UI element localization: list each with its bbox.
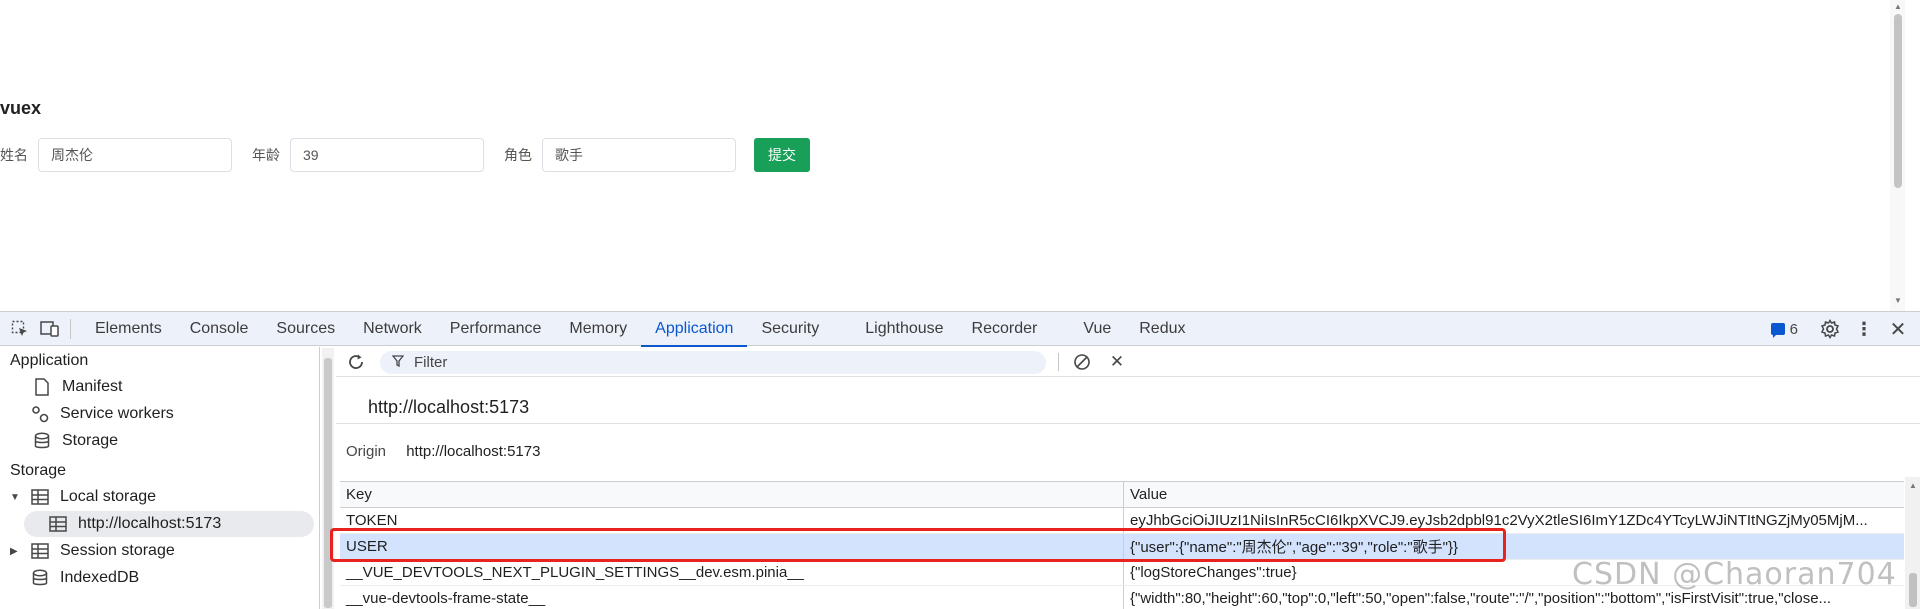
key-column-header[interactable]: Key bbox=[340, 482, 1124, 507]
inspect-element-icon[interactable] bbox=[10, 319, 30, 339]
sidebar-item-label: Storage bbox=[62, 432, 119, 449]
close-devtools-icon[interactable]: ✕ bbox=[1888, 319, 1908, 341]
tab-recorder[interactable]: Recorder bbox=[958, 312, 1052, 346]
tab-vue[interactable]: Vue bbox=[1069, 312, 1125, 346]
caret-down-icon[interactable]: ▼ bbox=[10, 492, 24, 503]
tab-redux[interactable]: Redux bbox=[1125, 312, 1199, 346]
watermark: CSDN @Chaoran704 bbox=[1572, 557, 1897, 592]
row-key: __VUE_DEVTOOLS_NEXT_PLUGIN_SETTINGS__dev… bbox=[340, 560, 1124, 585]
sidebar-item-label: Manifest bbox=[62, 378, 123, 395]
tab-security[interactable]: Security bbox=[747, 312, 833, 346]
filter-placeholder: Filter bbox=[414, 354, 448, 371]
sidebar-item-indexeddb[interactable]: IndexedDB bbox=[30, 565, 139, 591]
divider bbox=[336, 423, 1920, 424]
sidebar-item-manifest[interactable]: Manifest bbox=[32, 374, 122, 400]
age-label: 年龄 bbox=[252, 147, 280, 163]
scroll-up-icon[interactable]: ▲ bbox=[1909, 481, 1917, 490]
sidebar-item-label: Session storage bbox=[60, 542, 175, 559]
sidebar-item-local-storage[interactable]: ▼ Local storage bbox=[10, 484, 156, 510]
user-form: 姓名 周杰伦 年龄 39 角色 歌手 提交 bbox=[0, 138, 810, 172]
sidebar-item-label: Service workers bbox=[60, 405, 174, 422]
tab-memory[interactable]: Memory bbox=[555, 312, 641, 346]
origin-key: Origin bbox=[346, 443, 387, 460]
scrollbar-thumb[interactable] bbox=[1909, 573, 1917, 607]
page-scrollbar[interactable]: ▲ ▼ bbox=[1890, 0, 1905, 311]
table-row[interactable]: TOKEN eyJhbGciOiJIUzI1NiIsInR5cCI6IkpXVC… bbox=[340, 508, 1904, 534]
scrollbar-thumb[interactable] bbox=[1894, 14, 1902, 188]
age-input[interactable]: 39 bbox=[290, 138, 484, 172]
tab-elements[interactable]: Elements bbox=[81, 312, 176, 346]
message-icon bbox=[1770, 323, 1785, 338]
gears-icon bbox=[30, 404, 50, 424]
application-heading: Application bbox=[10, 352, 89, 369]
row-value: {"user":{"name":"周杰伦","age":"39","role":… bbox=[1130, 539, 1459, 556]
filter-icon bbox=[391, 355, 405, 370]
origin-row: Origin http://localhost:5173 bbox=[346, 443, 540, 460]
name-label: 姓名 bbox=[0, 147, 28, 163]
database-icon bbox=[32, 431, 52, 451]
sidebar-item-label: http://localhost:5173 bbox=[78, 515, 222, 532]
filter-toolbar: Filter ✕ bbox=[336, 347, 1920, 377]
toolbar-divider bbox=[1058, 353, 1059, 371]
tab-sources[interactable]: Sources bbox=[262, 312, 349, 346]
value-column-header[interactable]: Value bbox=[1124, 482, 1904, 507]
role-input[interactable]: 歌手 bbox=[542, 138, 736, 172]
scroll-down-icon[interactable]: ▼ bbox=[1894, 296, 1902, 305]
caret-right-icon[interactable]: ▶ bbox=[10, 546, 24, 557]
row-key: TOKEN bbox=[340, 508, 1124, 533]
table-icon bbox=[48, 514, 68, 534]
issues-count: 6 bbox=[1789, 320, 1798, 338]
sidebar-item-storage[interactable]: Storage bbox=[32, 428, 118, 454]
devtools-tabbar: Elements Console Sources Network Performance… bbox=[0, 312, 1920, 347]
sidebar-scrollbar[interactable] bbox=[322, 348, 334, 609]
settings-gear-icon[interactable] bbox=[1820, 319, 1840, 339]
scroll-up-icon[interactable]: ▲ bbox=[1894, 2, 1902, 11]
clear-all-icon[interactable] bbox=[1072, 352, 1092, 372]
sidebar-item-local-storage-origin[interactable]: http://localhost:5173 bbox=[24, 511, 314, 537]
filter-input[interactable]: Filter bbox=[380, 351, 1046, 374]
database-icon bbox=[30, 568, 50, 588]
issues-badge[interactable]: 6 bbox=[1770, 320, 1798, 338]
delete-selected-icon[interactable]: ✕ bbox=[1107, 352, 1127, 372]
devtools-right-controls: 6 ⋮ ✕ bbox=[1770, 312, 1920, 346]
more-options-icon[interactable]: ⋮ bbox=[1854, 319, 1874, 339]
tab-lighthouse[interactable]: Lighthouse bbox=[851, 312, 957, 346]
application-sidebar: Application Manifest Service workers Sto… bbox=[0, 347, 320, 609]
table-icon bbox=[30, 487, 50, 507]
tab-application[interactable]: Application bbox=[641, 312, 748, 347]
role-label: 角色 bbox=[504, 147, 532, 163]
toolbar-divider bbox=[70, 318, 71, 339]
sidebar-item-service-workers[interactable]: Service workers bbox=[30, 401, 174, 427]
sidebar-item-label: IndexedDB bbox=[60, 569, 140, 586]
device-toolbar-icon[interactable] bbox=[40, 319, 60, 339]
submit-button[interactable]: 提交 bbox=[754, 138, 810, 172]
table-icon bbox=[30, 541, 50, 561]
page-title: vuex bbox=[0, 98, 42, 118]
tab-console[interactable]: Console bbox=[176, 312, 263, 346]
app-page: vuex 姓名 周杰伦 年龄 39 角色 歌手 提交 ▲ ▼ bbox=[0, 0, 1905, 311]
origin-value: http://localhost:5173 bbox=[406, 443, 541, 460]
row-value: eyJhbGciOiJIUzI1NiIsInR5cCI6IkpXVCJ9.eyJ… bbox=[1130, 512, 1868, 529]
origin-title: http://localhost:5173 bbox=[368, 397, 530, 417]
storage-heading: Storage bbox=[10, 462, 67, 479]
name-input[interactable]: 周杰伦 bbox=[38, 138, 232, 172]
table-header: Key Value bbox=[340, 482, 1904, 508]
table-scrollbar[interactable]: ▲ bbox=[1905, 477, 1920, 609]
file-icon bbox=[32, 377, 52, 397]
tab-network[interactable]: Network bbox=[349, 312, 436, 346]
refresh-icon[interactable] bbox=[346, 352, 366, 372]
sidebar-item-session-storage[interactable]: ▶ Session storage bbox=[10, 538, 175, 564]
row-key: __vue-devtools-frame-state__ bbox=[340, 586, 1124, 609]
tab-list: Elements Console Sources Network Performance… bbox=[81, 312, 1199, 347]
screen: vuex 姓名 周杰伦 年龄 39 角色 歌手 提交 ▲ ▼ Elements … bbox=[0, 0, 1920, 609]
row-key: USER bbox=[340, 534, 1124, 559]
scrollbar-thumb[interactable] bbox=[324, 358, 332, 608]
tab-performance[interactable]: Performance bbox=[436, 312, 556, 346]
sidebar-item-label: Local storage bbox=[60, 488, 157, 505]
